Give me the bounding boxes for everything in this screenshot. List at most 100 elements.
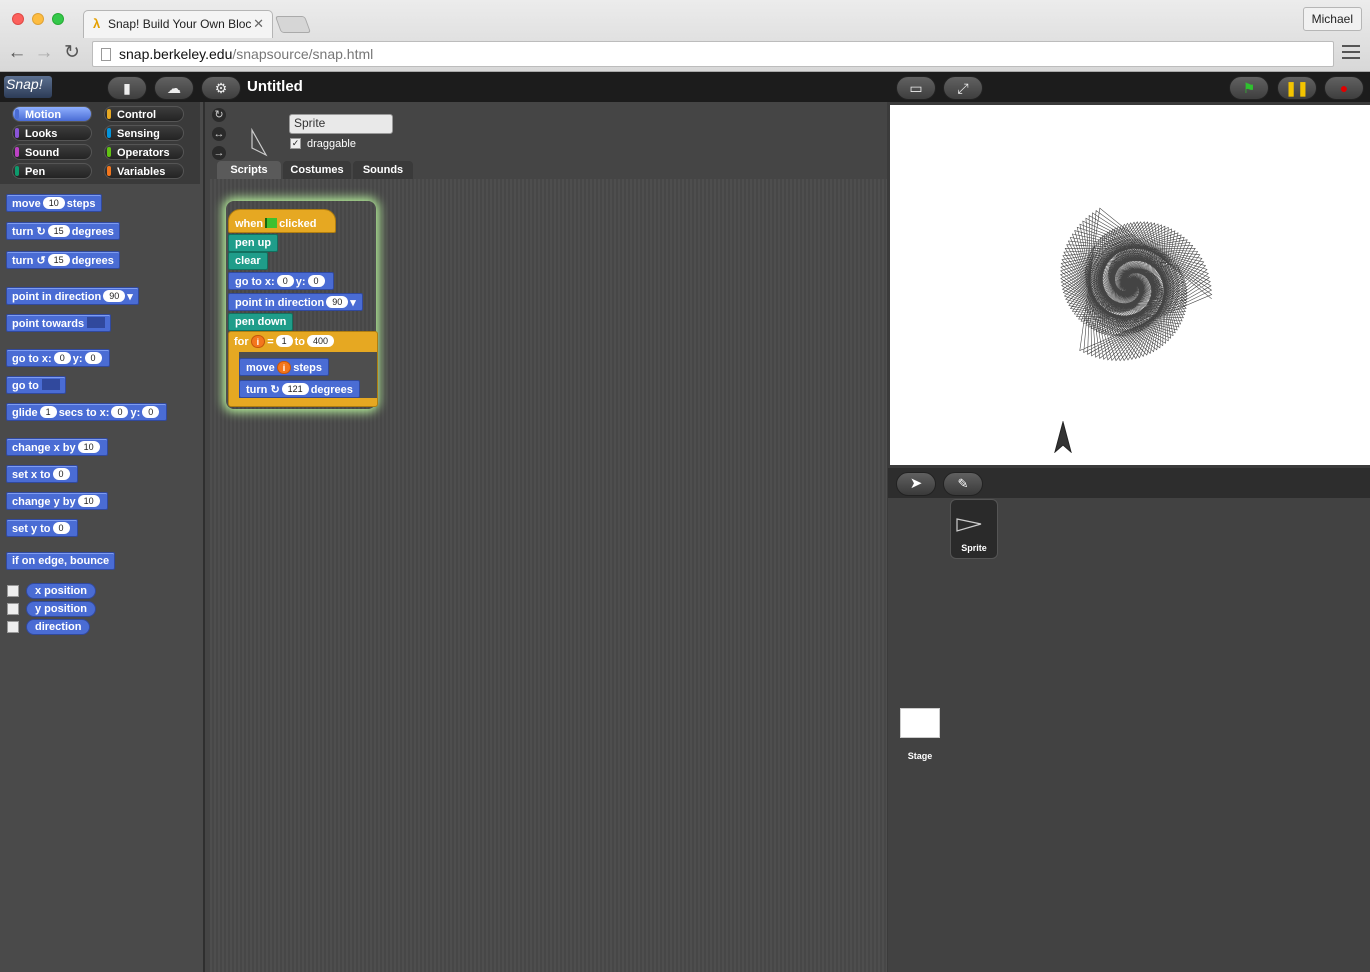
counterclockwise-icon: ↺ [36,255,46,267]
reload-icon[interactable]: ↻ [62,43,82,63]
tab-sounds[interactable]: Sounds [353,161,413,179]
pause-button[interactable]: ❚❚ [1277,76,1317,100]
go-to-xy-block[interactable]: go to x: 0 y: 0 [6,349,110,367]
point-in-direction-block[interactable]: point in direction 90 ▾ [228,293,363,311]
pen-down-block[interactable]: pen down [228,313,294,331]
change-y-block[interactable]: change y by 10 [6,492,108,510]
pen-trail-path [1059,207,1213,362]
file-icon: ▮ [123,80,131,96]
add-turtle-sprite-button[interactable]: ➤ [896,472,936,496]
rotation-flip-icon[interactable]: ↔ [212,127,226,141]
gear-icon: ⚙ [214,80,228,96]
move-steps-block[interactable]: move 10 steps [6,194,102,212]
category-looks[interactable]: Looks [12,125,92,141]
point-towards-block[interactable]: point towards [6,314,112,332]
sprite-costume-icon [956,518,982,532]
stage-size-button[interactable]: ▭ [896,76,936,100]
cloud-icon: ☁ [167,80,181,96]
close-tab-icon[interactable]: ✕ [253,16,264,32]
pause-icon: ❚❚ [1285,80,1309,96]
stage-label: Stage [907,751,933,761]
block-palette: Motion Looks Sound Pen Control Sensing O… [0,102,203,972]
tab-costumes[interactable]: Costumes [283,161,351,179]
new-tab-button[interactable] [274,16,312,33]
file-menu-button[interactable]: ▮ [107,76,147,100]
paint-new-sprite-button[interactable]: ✎ [943,472,983,496]
category-sensing[interactable]: Sensing [104,125,184,141]
normal-stage-icon: ▭ [909,80,923,96]
minimize-window-button[interactable] [32,13,44,25]
rotation-any-icon[interactable]: ↻ [212,108,226,122]
set-y-block[interactable]: set y to 0 [6,519,78,537]
page-icon [101,48,111,61]
sprite-name-input[interactable]: Sprite [289,114,393,134]
turtle-icon: ➤ [909,475,923,492]
close-window-button[interactable] [12,13,24,25]
category-pen[interactable]: Pen [12,163,92,179]
direction-reporter[interactable]: direction [26,619,91,635]
loop-variable[interactable]: i [250,335,266,348]
stop-button[interactable]: ● [1324,76,1364,100]
green-flag-button[interactable]: ⚑ [1229,76,1269,100]
maximize-window-button[interactable] [52,13,64,25]
back-arrow-icon[interactable]: ← [7,43,27,63]
y-position-checkbox[interactable] [7,603,19,615]
stage[interactable] [890,105,1370,465]
cloud-menu-button[interactable]: ☁ [154,76,194,100]
project-title: Untitled [247,78,303,95]
dropdown-slot[interactable] [87,317,106,328]
set-x-block[interactable]: set x to 0 [6,465,78,483]
sprite-thumbnail[interactable]: Sprite [950,499,998,559]
move-var-steps-block[interactable]: move i steps [239,358,330,376]
change-x-block[interactable]: change x by 10 [6,438,108,456]
dropdown-arrow-icon: ▾ [127,291,133,303]
x-position-checkbox[interactable] [7,585,19,597]
snap-toolbar: Snap! ▮ ☁ ⚙ Untitled ▭ ⤢ ⚑ ❚❚ ● [0,72,1370,102]
address-bar[interactable]: snap.berkeley.edu/snapsource/snap.html [92,41,1334,67]
category-operators[interactable]: Operators [104,144,184,160]
x-position-reporter[interactable]: x position [26,583,96,599]
y-position-reporter[interactable]: y position [26,601,96,617]
url-path: /snapsource/snap.html [232,46,374,62]
user-profile-button[interactable]: Michael [1302,7,1362,31]
go-to-block[interactable]: go to [6,376,66,394]
stop-icon: ● [1339,80,1349,96]
stage-thumbnail[interactable] [900,708,940,738]
browser-menu-icon[interactable] [1342,45,1360,61]
browser-tab[interactable]: λ Snap! Build Your Own Bloc ✕ [83,10,273,38]
glide-block[interactable]: glide 1 secs to x: 0 y: 0 [6,403,168,421]
turn-right-block[interactable]: turn ↻ 121 degrees [239,380,360,398]
sprite-corral: ➤ ✎ Sprite Stage [888,468,1370,972]
go-to-xy-block[interactable]: go to x: 0 y: 0 [228,272,334,290]
point-in-direction-block[interactable]: point in direction 90 ▾ [6,287,139,305]
lambda-favicon-icon: λ [93,16,101,31]
bounce-block[interactable]: if on edge, bounce [6,552,116,570]
clear-block[interactable]: clear [228,252,268,270]
dropdown-slot[interactable] [41,379,60,390]
settings-menu-button[interactable]: ⚙ [201,76,241,100]
sprite-label: Sprite [961,543,987,553]
scripts-area[interactable]: when clicked pen up clear go to x: 0 y: 0 po… [210,179,887,972]
category-selector: Motion Looks Sound Pen Control Sensing O… [0,102,200,184]
snap-logo[interactable]: Snap! [4,76,52,98]
category-sound[interactable]: Sound [12,144,92,160]
draggable-label: draggable [307,138,356,150]
presentation-mode-button[interactable]: ⤢ [943,76,983,100]
rotation-none-icon[interactable]: → [212,146,226,160]
turn-right-block[interactable]: turn ↻ 15 degrees [6,222,120,240]
category-motion[interactable]: Motion [12,106,92,122]
sprite-arrow[interactable] [1054,421,1072,453]
green-flag-icon [265,218,278,228]
pen-up-block[interactable]: pen up [228,234,279,252]
category-control[interactable]: Control [104,106,184,122]
green-flag-icon: ⚑ [1242,80,1256,96]
category-variables[interactable]: Variables [104,163,184,179]
direction-checkbox[interactable] [7,621,19,633]
clockwise-icon: ↻ [270,384,280,396]
draggable-checkbox[interactable]: ✓ [290,138,301,149]
tab-scripts[interactable]: Scripts [217,161,281,179]
turn-left-block[interactable]: turn ↺ 15 degrees [6,251,120,269]
forward-arrow-icon[interactable]: → [34,43,54,63]
when-flag-clicked-block[interactable]: when clicked [228,209,336,233]
sprite-editor: ↻ ↔ → Sprite ✓ draggable Scripts Costume… [203,102,887,972]
